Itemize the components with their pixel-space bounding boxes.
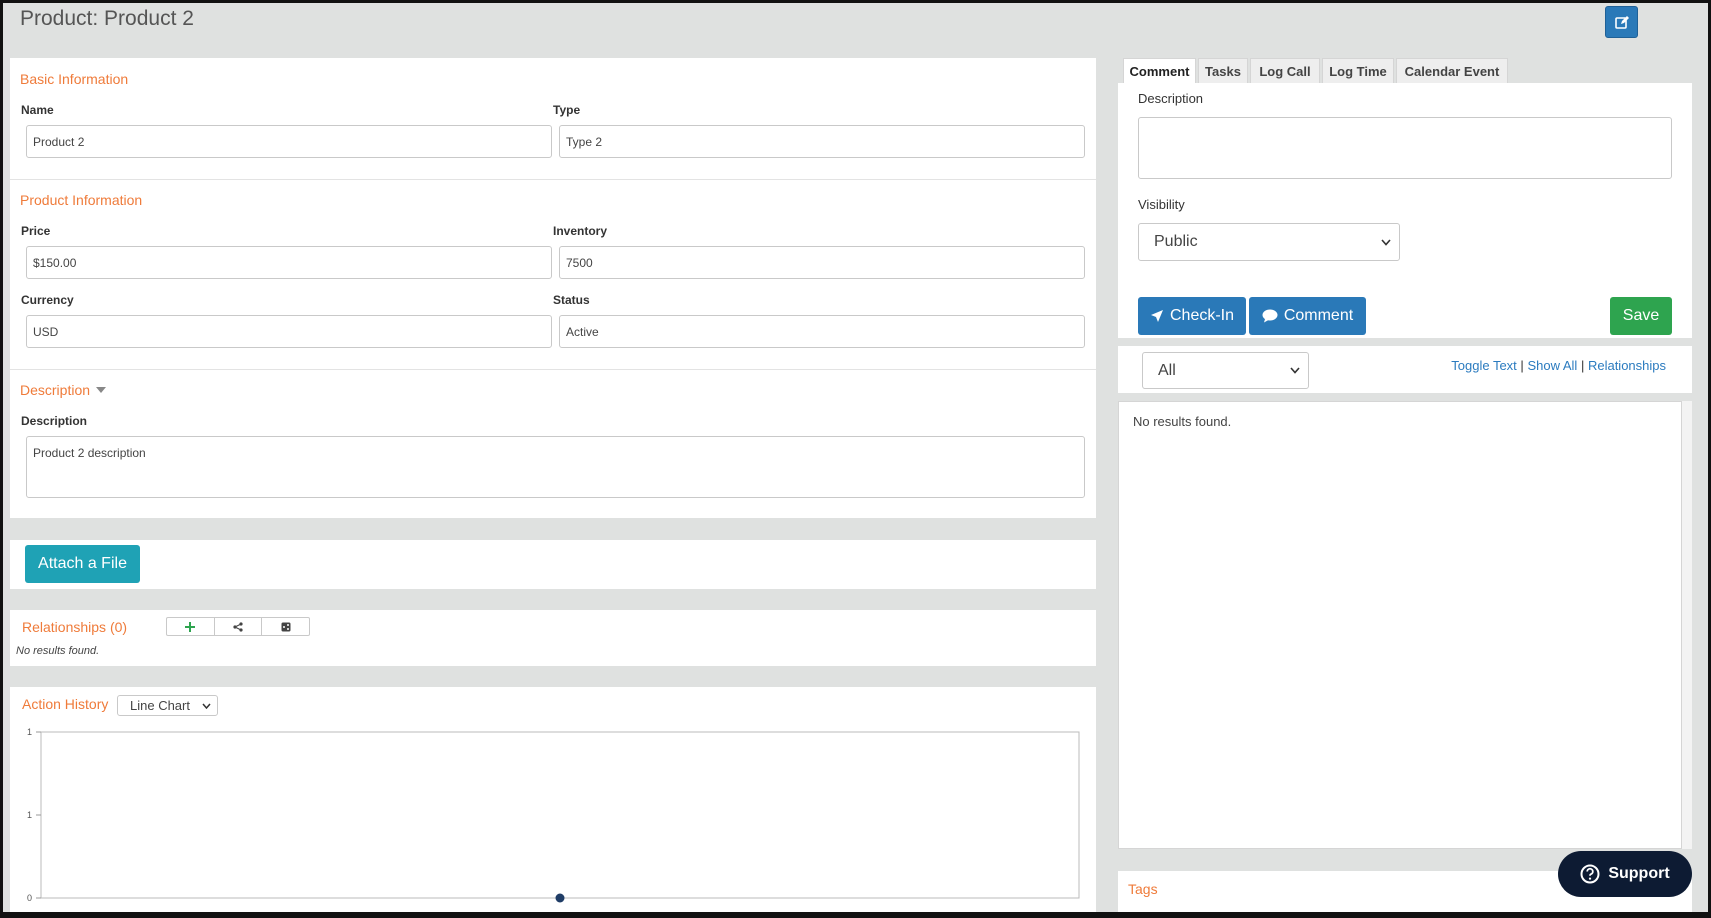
relationship-graph-button[interactable] xyxy=(215,618,263,635)
location-arrow-icon xyxy=(1150,310,1163,322)
type-label: Type xyxy=(553,103,581,117)
relationship-toolbar xyxy=(166,617,310,636)
status-field[interactable]: Active xyxy=(559,315,1085,348)
attach-file-button[interactable]: Attach a File xyxy=(25,545,140,583)
save-button[interactable]: Save xyxy=(1610,297,1672,335)
description-label: Description xyxy=(21,414,88,428)
chevron-down-icon xyxy=(1290,367,1300,374)
name-label: Name xyxy=(21,103,54,117)
history-filter-value: All xyxy=(1158,361,1176,379)
visibility-value: Public xyxy=(1154,233,1198,250)
visibility-label: Visibility xyxy=(1138,197,1185,212)
link-separator: | xyxy=(1520,358,1524,373)
check-in-button[interactable]: Check-In xyxy=(1138,297,1246,335)
relationships-title: Relationships (0) xyxy=(22,619,128,635)
page-title: Product: Product 2 xyxy=(20,7,194,30)
add-relationship-button[interactable] xyxy=(167,618,215,635)
caret-down-icon xyxy=(96,387,107,393)
show-all-link[interactable]: Show All xyxy=(1527,358,1577,373)
comment-button[interactable]: Comment xyxy=(1249,297,1366,335)
attach-panel: Attach a File xyxy=(10,540,1096,589)
chart-data-point[interactable] xyxy=(555,893,565,903)
description-section-title: Description xyxy=(20,382,91,398)
inventory-field[interactable]: 7500 xyxy=(559,246,1085,279)
compose-description-input[interactable] xyxy=(1138,117,1672,179)
history-scrollbar[interactable] xyxy=(1682,401,1692,849)
relationships-link[interactable]: Relationships xyxy=(1588,358,1666,373)
y-tick-label: 1 xyxy=(27,727,32,737)
action-history-panel: Action History Line Chart 110 xyxy=(10,687,1096,918)
relationship-export-button[interactable] xyxy=(262,618,309,635)
check-in-label: Check-In xyxy=(1169,307,1235,324)
tags-title: Tags xyxy=(1128,881,1158,897)
chart-plot-area xyxy=(40,731,1080,899)
edit-icon xyxy=(1614,16,1629,29)
divider xyxy=(10,369,1096,370)
tab-tasks[interactable]: Tasks xyxy=(1198,58,1248,83)
price-field[interactable]: $150.00 xyxy=(26,246,552,279)
relationships-empty-text: No results found. xyxy=(16,645,100,657)
inventory-label: Inventory xyxy=(553,224,608,238)
relationships-panel: Relationships (0) No results found. xyxy=(10,610,1096,666)
tab-comment[interactable]: Comment xyxy=(1123,58,1196,83)
product-info-title: Product Information xyxy=(20,192,143,208)
share-nodes-icon xyxy=(233,621,243,632)
support-button[interactable]: Support xyxy=(1558,851,1692,897)
chevron-down-icon xyxy=(1381,238,1391,246)
basic-info-title: Basic Information xyxy=(20,71,129,87)
currency-label: Currency xyxy=(21,293,74,307)
history-filter-bar: All Toggle Text | Show All | Relationshi… xyxy=(1118,346,1692,393)
tab-log-time[interactable]: Log Time xyxy=(1322,58,1394,83)
support-label: Support xyxy=(1608,865,1670,882)
history-filter-select[interactable]: All xyxy=(1142,352,1309,389)
description-section-toggle[interactable]: Description xyxy=(20,382,107,398)
tab-log-call[interactable]: Log Call xyxy=(1250,58,1320,83)
type-field[interactable]: Type 2 xyxy=(559,125,1085,158)
compose-description-label: Description xyxy=(1138,91,1204,106)
compose-panel: Description Visibility Public Check-In C… xyxy=(1118,83,1692,338)
status-label: Status xyxy=(553,293,590,307)
y-tick-label: 0 xyxy=(27,893,32,903)
y-tick-label: 1 xyxy=(27,810,32,820)
divider xyxy=(10,179,1096,180)
price-label: Price xyxy=(21,224,51,238)
history-links: Toggle Text | Show All | Relationships xyxy=(1451,358,1666,373)
comment-label: Comment xyxy=(1283,307,1354,324)
share-square-icon xyxy=(281,622,291,631)
history-empty-text: No results found. xyxy=(1133,414,1232,429)
tab-calendar-event[interactable]: Calendar Event xyxy=(1396,58,1508,83)
edit-button[interactable] xyxy=(1605,6,1638,38)
currency-field[interactable]: USD xyxy=(26,315,552,348)
plus-icon xyxy=(185,621,196,632)
action-history-chart: 1 1 0 xyxy=(27,727,1080,903)
comment-icon xyxy=(1262,309,1278,323)
link-separator: | xyxy=(1580,358,1585,373)
toggle-text-link[interactable]: Toggle Text xyxy=(1451,358,1517,373)
history-feed: No results found. xyxy=(1118,401,1682,849)
help-circle-icon xyxy=(1580,864,1600,884)
description-field[interactable]: Product 2 description xyxy=(26,436,1085,498)
details-panel: Basic Information Name Product 2 Type Ty… xyxy=(10,58,1096,518)
name-field[interactable]: Product 2 xyxy=(26,125,552,158)
visibility-select[interactable]: Public xyxy=(1138,223,1400,261)
